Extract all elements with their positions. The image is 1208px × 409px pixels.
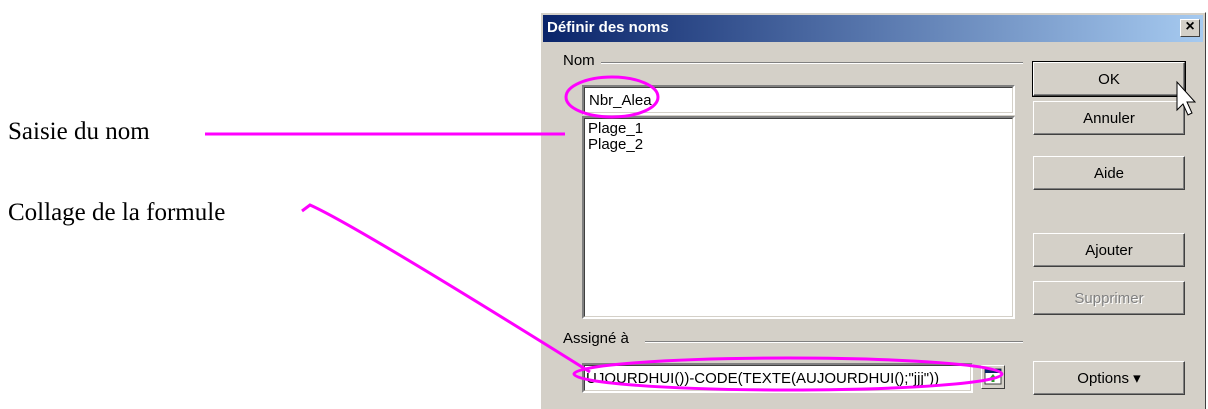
assigned-group-label: Assigné à [563,330,629,347]
assigned-formula-value: UJOURDHUI())-CODE(TEXTE(AUJOURDHUI();"jj… [586,370,940,387]
annotation-name-input: Saisie du nom [8,118,150,145]
name-input[interactable]: Nbr_Alea [582,85,1015,115]
cancel-button[interactable]: Annuler [1033,101,1185,135]
close-button[interactable]: × [1180,19,1200,37]
assigned-formula-input[interactable]: UJOURDHUI())-CODE(TEXTE(AUJOURDHUI();"jj… [582,363,973,393]
assigned-group-divider [645,341,1023,343]
name-group-divider [601,62,1023,64]
name-group-label: Nom [563,52,595,69]
ok-button[interactable]: OK [1032,61,1186,97]
delete-button[interactable]: Supprimer [1033,281,1185,315]
annotation-formula-paste: Collage de la formule [8,199,226,226]
list-item[interactable]: Plage_2 [588,137,643,153]
shrink-dialog-icon [984,368,1002,385]
add-button[interactable]: Ajouter [1033,233,1185,267]
define-names-dialog: Définir des noms × Nom Nbr_Alea Plage_1 … [540,12,1206,409]
dialog-title: Définir des noms [547,19,669,36]
help-button[interactable]: Aide [1033,156,1185,190]
title-bar: Définir des noms × [543,15,1203,42]
name-input-value: Nbr_Alea [589,92,652,109]
names-list[interactable]: Plage_1 Plage_2 [582,116,1015,319]
list-item[interactable]: Plage_1 [588,121,643,137]
options-button[interactable]: Options ▾ [1033,361,1185,395]
close-icon: × [1185,18,1195,35]
collapse-dialog-button[interactable] [981,365,1005,389]
